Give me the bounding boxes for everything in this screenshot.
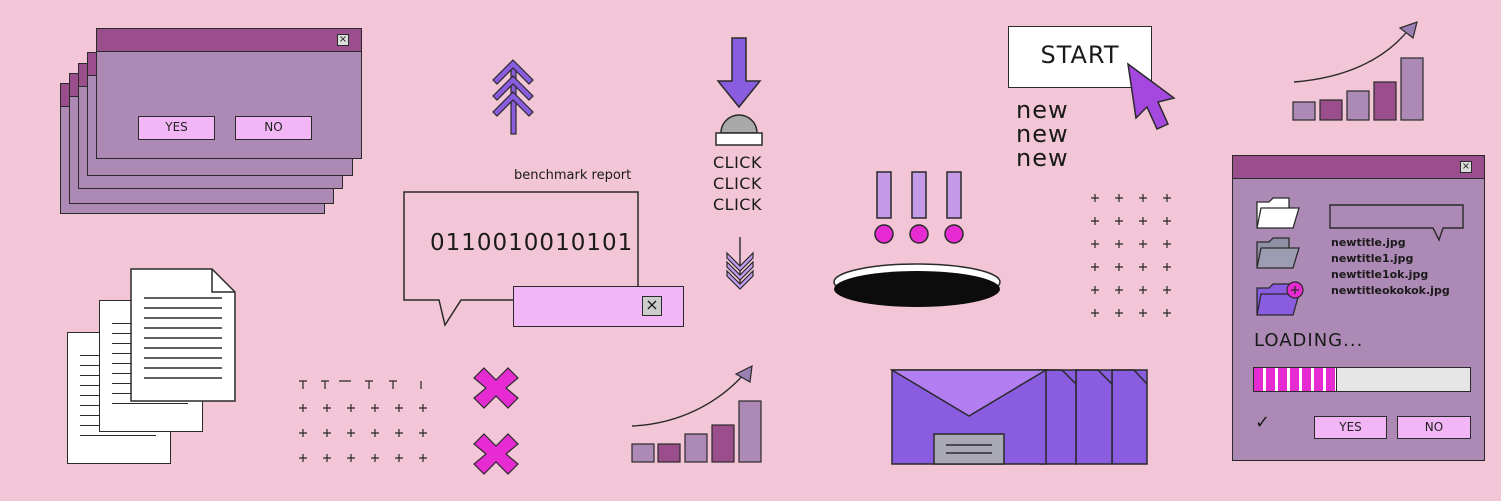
no-button[interactable]: NO bbox=[1397, 416, 1471, 439]
folder-icon[interactable] bbox=[1255, 236, 1301, 270]
close-icon[interactable]: × bbox=[642, 296, 662, 316]
dialog-titlebar bbox=[97, 29, 361, 52]
x-mark-icon bbox=[473, 433, 519, 475]
click-line: CLICK bbox=[713, 195, 762, 214]
exclamation-icon bbox=[911, 171, 927, 219]
envelope-stack bbox=[890, 369, 1148, 465]
click-line: CLICK bbox=[713, 153, 762, 172]
down-arrow-icon bbox=[716, 37, 762, 109]
binary-string: 0110010010101 bbox=[430, 230, 634, 256]
yes-button[interactable]: YES bbox=[138, 116, 215, 140]
cursor-icon bbox=[1126, 62, 1176, 130]
new-line: new bbox=[1016, 120, 1069, 148]
new-line: new bbox=[1016, 96, 1069, 124]
file-name[interactable]: newtitle1.jpg bbox=[1331, 252, 1413, 265]
plus-grid bbox=[299, 380, 427, 462]
file-name[interactable]: newtitle1ok.jpg bbox=[1331, 268, 1428, 281]
exclamation-icon bbox=[946, 171, 962, 219]
popup-bar: × bbox=[513, 286, 684, 327]
dialog-window-front: × YES NO bbox=[96, 28, 362, 159]
folder-add-icon[interactable] bbox=[1255, 280, 1305, 318]
loading-label: LOADING... bbox=[1254, 330, 1364, 351]
new-text-stack: new new new bbox=[1016, 98, 1069, 170]
trend-arrow-icon bbox=[1293, 27, 1411, 83]
trend-arrow-icon bbox=[631, 371, 747, 427]
yes-button[interactable]: YES bbox=[1314, 416, 1387, 439]
trend-chart-icon bbox=[631, 364, 762, 463]
close-icon[interactable]: × bbox=[337, 34, 349, 46]
progress-fill bbox=[1254, 368, 1338, 391]
file-loading-window: × newtitle.jpg newtitle1.jpg newtitle1ok… bbox=[1232, 155, 1485, 461]
window-titlebar bbox=[1233, 156, 1484, 179]
click-text: CLICK CLICK CLICK bbox=[713, 152, 762, 215]
exclamation-hole-group bbox=[833, 171, 1001, 307]
no-button[interactable]: NO bbox=[235, 116, 312, 140]
tree-arrow-icon bbox=[492, 59, 534, 135]
click-line: CLICK bbox=[713, 174, 762, 193]
x-mark-icon bbox=[473, 367, 519, 409]
benchmark-title: benchmark report bbox=[514, 168, 632, 183]
check-icon: ✓ bbox=[1255, 412, 1271, 433]
close-icon[interactable]: × bbox=[1460, 161, 1472, 173]
plus-grid bbox=[1091, 194, 1171, 317]
file-name[interactable]: newtitleokokok.jpg bbox=[1331, 284, 1450, 297]
exclamation-icon bbox=[876, 171, 892, 219]
chevrons-down-icon bbox=[726, 237, 754, 290]
document-icon bbox=[130, 268, 236, 402]
file-name[interactable]: newtitle.jpg bbox=[1331, 236, 1406, 249]
folder-icon[interactable] bbox=[1255, 196, 1301, 230]
trend-chart-icon bbox=[1292, 21, 1424, 121]
new-line: new bbox=[1016, 144, 1069, 172]
alarm-button-icon[interactable] bbox=[715, 37, 763, 151]
progress-bar bbox=[1253, 367, 1471, 392]
